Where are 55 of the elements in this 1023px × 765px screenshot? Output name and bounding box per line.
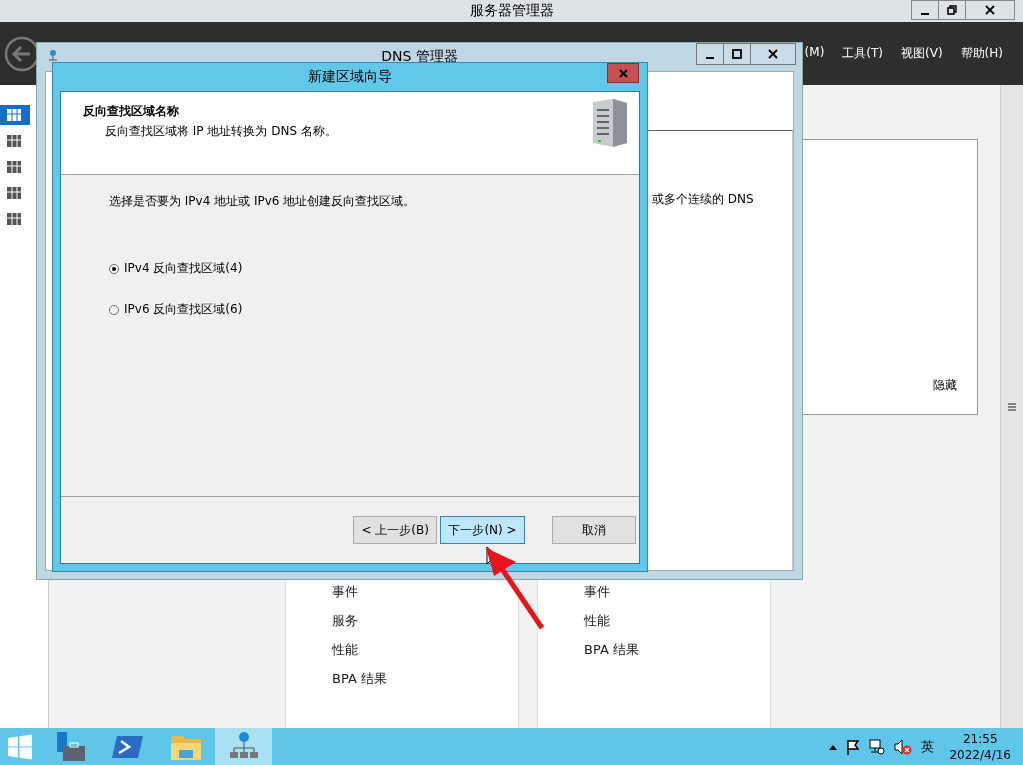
app-icon bbox=[47, 49, 59, 63]
tile-link[interactable]: 事件 bbox=[584, 583, 770, 601]
input-method-indicator[interactable]: 英 bbox=[921, 737, 935, 756]
four-panes-icon bbox=[7, 733, 33, 760]
menu-item[interactable]: 视图(V) bbox=[901, 45, 943, 62]
grid-icon bbox=[6, 185, 22, 201]
minimize-icon bbox=[921, 13, 929, 15]
tile-link[interactable]: BPA 结果 bbox=[584, 641, 770, 659]
next-button[interactable]: 下一步(N) > bbox=[440, 516, 525, 544]
flag-icon[interactable] bbox=[846, 738, 861, 755]
minimize-icon bbox=[706, 57, 714, 59]
clock-time: 21:55 bbox=[962, 730, 998, 747]
cancel-button[interactable]: 取消 bbox=[551, 516, 636, 544]
radio-option[interactable]: IPv4 反向查找区域(4) bbox=[109, 260, 639, 277]
close-icon bbox=[618, 68, 628, 78]
tile-link[interactable]: 性能 bbox=[584, 612, 770, 630]
tile-link[interactable]: 服务 bbox=[332, 612, 518, 630]
sidebar-item[interactable] bbox=[0, 105, 30, 125]
show-hidden-icons[interactable] bbox=[829, 743, 838, 750]
clock-date: 2022/4/16 bbox=[949, 746, 1011, 763]
tile-link[interactable]: 事件 bbox=[332, 583, 518, 601]
close-icon bbox=[768, 49, 778, 59]
minimize-button[interactable] bbox=[696, 43, 724, 65]
close-button[interactable] bbox=[965, 0, 1015, 20]
scrollbar[interactable] bbox=[1000, 85, 1023, 728]
restore-button[interactable] bbox=[938, 0, 966, 20]
prompt-text: 选择是否要为 IPv4 地址或 IPv6 地址创建反向查找区域。 bbox=[109, 193, 417, 210]
tile-link[interactable]: BPA 结果 bbox=[332, 670, 518, 688]
dialog-title: 新建区域向导 bbox=[308, 68, 392, 86]
grid-icon bbox=[6, 107, 22, 123]
grid-icon bbox=[6, 211, 22, 227]
maximize-button[interactable] bbox=[723, 43, 751, 65]
taskbar-app[interactable] bbox=[215, 728, 272, 765]
grid-icon bbox=[6, 159, 22, 175]
maximize-icon bbox=[732, 49, 742, 59]
page-heading: 反向查找区域名称 bbox=[83, 103, 180, 120]
grip-icon bbox=[1007, 401, 1017, 412]
page-subheading: 反向查找区域将 IP 地址转换为 DNS 名称。 bbox=[104, 123, 337, 140]
window-title: DNS 管理器 bbox=[381, 48, 458, 66]
network-icon[interactable] bbox=[869, 738, 886, 755]
hide-link[interactable]: 隐藏 bbox=[933, 377, 957, 394]
window-title: 服务器管理器 bbox=[469, 2, 554, 20]
menu-item[interactable]: 工具(T) bbox=[842, 45, 884, 62]
tile-link[interactable]: 性能 bbox=[332, 641, 518, 659]
back-button[interactable]: < 上一步(B) bbox=[353, 516, 438, 544]
minimize-button[interactable] bbox=[911, 0, 939, 20]
close-icon bbox=[985, 5, 995, 15]
grid-icon bbox=[6, 133, 22, 149]
description-text: 或多个连续的 DNS bbox=[652, 192, 754, 206]
menu-item[interactable]: 帮助(H) bbox=[960, 45, 1003, 62]
radio-option[interactable]: IPv6 反向查找区域(6) bbox=[109, 301, 639, 318]
menu-item[interactable]: (M) bbox=[804, 45, 825, 62]
restore-icon bbox=[947, 5, 957, 15]
close-button[interactable] bbox=[750, 43, 796, 65]
muted-speaker-icon[interactable] bbox=[894, 738, 913, 755]
